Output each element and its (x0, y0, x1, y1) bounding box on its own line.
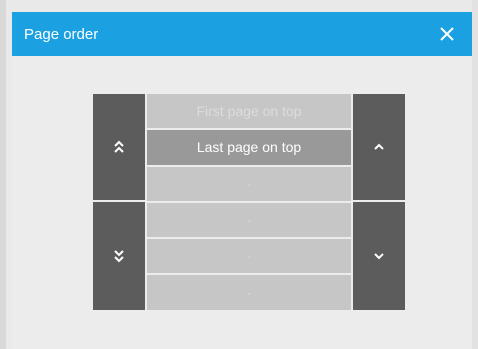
close-icon (440, 27, 454, 41)
move-down-button[interactable] (353, 202, 405, 310)
window-background: Page order First page on top Last page o… (0, 0, 478, 349)
option-empty-1[interactable]: - (147, 166, 351, 201)
move-to-bottom-button[interactable] (93, 202, 145, 310)
page-order-picker: First page on top Last page on top - - -… (93, 94, 405, 310)
page-order-list[interactable]: First page on top Last page on top - - -… (147, 94, 351, 310)
left-border (0, 0, 6, 349)
option-empty-2[interactable]: - (147, 202, 351, 238)
option-empty-4[interactable]: - (147, 275, 351, 310)
chevron-up-icon (374, 143, 384, 150)
double-chevron-up-icon (114, 140, 124, 153)
chevron-down-icon (374, 253, 384, 260)
option-empty-3[interactable]: - (147, 239, 351, 274)
move-to-top-button[interactable] (93, 94, 145, 200)
dialog-titlebar: Page order (12, 12, 472, 56)
right-border (472, 0, 478, 349)
option-first-page-on-top[interactable]: First page on top (147, 94, 351, 129)
double-chevron-down-icon (114, 250, 124, 263)
move-up-button[interactable] (353, 94, 405, 200)
option-last-page-on-top[interactable]: Last page on top (147, 130, 351, 165)
close-button[interactable] (432, 19, 462, 49)
page-order-dialog: Page order First page on top Last page o… (12, 12, 472, 349)
dialog-title: Page order (24, 25, 99, 43)
